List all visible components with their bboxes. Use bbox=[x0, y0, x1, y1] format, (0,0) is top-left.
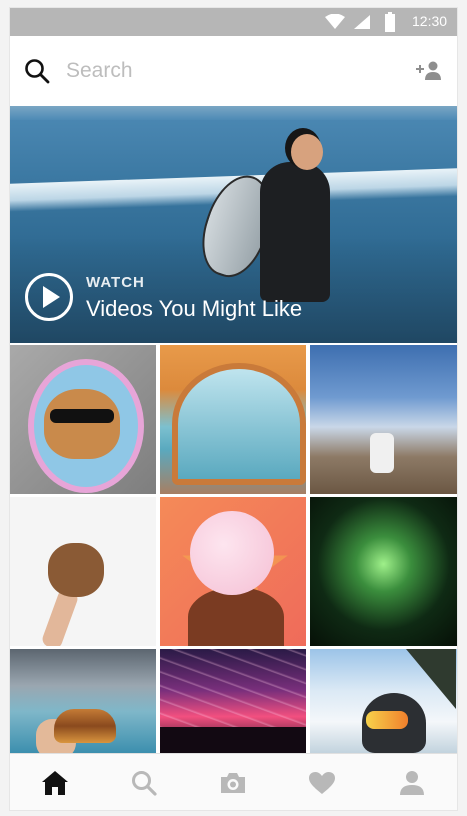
phone-frame: 12:30 Search WATCH Videos You Might Like bbox=[0, 0, 467, 816]
search-input[interactable]: Search bbox=[66, 59, 133, 83]
home-icon[interactable] bbox=[41, 770, 69, 796]
surfer-head bbox=[291, 134, 323, 170]
wifi-icon bbox=[325, 14, 345, 29]
search-icon[interactable] bbox=[24, 58, 50, 84]
nav-search[interactable] bbox=[99, 754, 188, 810]
battery-icon bbox=[385, 12, 395, 32]
play-circle-icon[interactable] bbox=[24, 272, 74, 322]
nav-camera[interactable] bbox=[188, 754, 277, 810]
heart-icon[interactable] bbox=[308, 771, 336, 795]
surfer-figure bbox=[260, 162, 330, 302]
skier-selfie-photo[interactable] bbox=[310, 649, 457, 753]
nav-home[interactable] bbox=[10, 754, 99, 810]
videos-you-might-like-card[interactable]: WATCH Videos You Might Like bbox=[10, 106, 457, 343]
hair-shape bbox=[188, 587, 284, 646]
tent-opening-shape bbox=[172, 363, 306, 485]
search-icon[interactable] bbox=[131, 770, 157, 796]
bottom-navigation bbox=[10, 753, 457, 810]
sea-horizon bbox=[10, 106, 457, 120]
search-bar[interactable]: Search bbox=[10, 36, 457, 106]
burger-at-beach-photo[interactable] bbox=[10, 649, 156, 753]
dog-shape bbox=[48, 543, 104, 597]
status-bar: 12:30 bbox=[10, 8, 457, 36]
fireworks-photo[interactable] bbox=[310, 497, 457, 646]
concert-lights-photo[interactable] bbox=[160, 649, 306, 753]
cellular-signal-icon bbox=[354, 15, 370, 29]
hero-title: Videos You Might Like bbox=[86, 296, 303, 321]
canyon-proposal-photo[interactable] bbox=[310, 345, 457, 494]
watch-label: WATCH bbox=[86, 274, 145, 291]
person-shape bbox=[370, 433, 394, 473]
cat-shape bbox=[44, 389, 120, 459]
dog-held-up-photo[interactable] bbox=[10, 497, 156, 646]
burger-shape bbox=[54, 709, 116, 743]
app-screen: 12:30 Search WATCH Videos You Might Like bbox=[10, 8, 457, 810]
explore-photo-grid bbox=[10, 345, 457, 753]
crowd-silhouette bbox=[160, 727, 306, 753]
camera-icon[interactable] bbox=[219, 771, 247, 795]
nav-profile[interactable] bbox=[366, 754, 457, 810]
nav-activity[interactable] bbox=[277, 754, 366, 810]
goggles-shape bbox=[366, 711, 408, 729]
profile-icon[interactable] bbox=[399, 770, 425, 796]
sunglasses-shape bbox=[50, 409, 114, 423]
cat-in-mirror-photo[interactable] bbox=[10, 345, 156, 494]
cotton-candy-shape bbox=[190, 511, 274, 595]
status-time: 12:30 bbox=[412, 13, 448, 29]
tent-view-photo[interactable] bbox=[160, 345, 306, 494]
add-person-icon[interactable] bbox=[415, 61, 443, 81]
cotton-candy-photo[interactable] bbox=[160, 497, 306, 646]
